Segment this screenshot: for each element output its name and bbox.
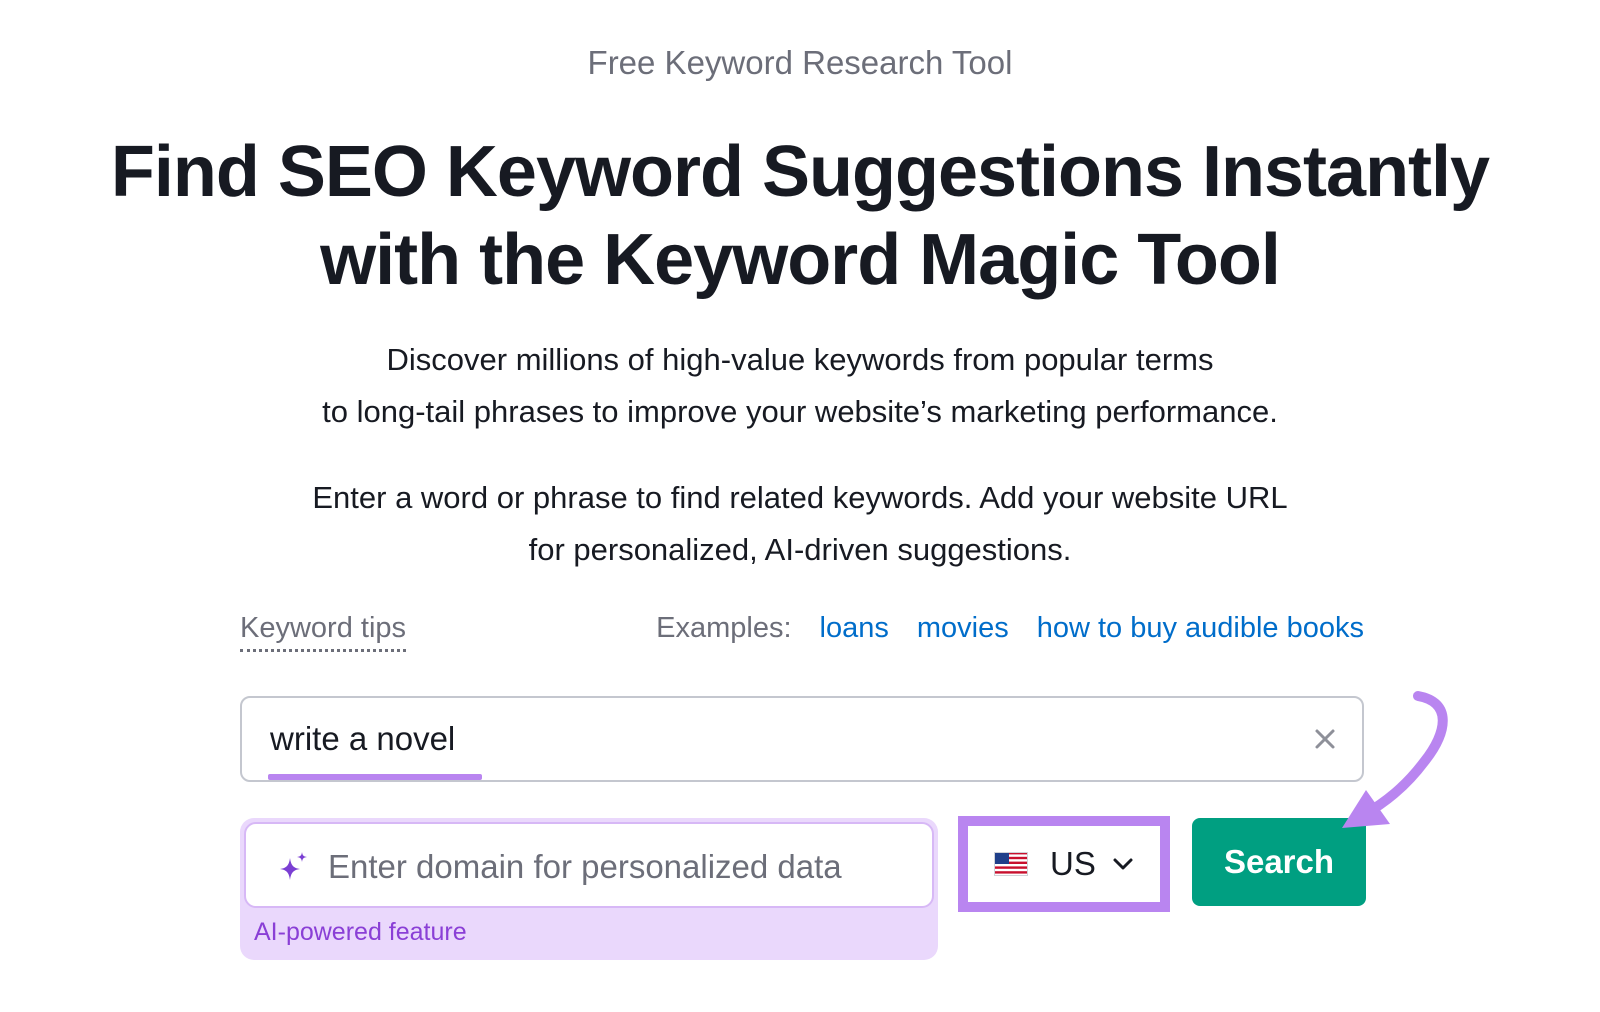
instructions-line-2: for personalized, AI-driven suggestions. [528,532,1072,567]
intro-line-2: to long-tail phrases to improve your web… [322,394,1278,429]
instructions-text: Enter a word or phrase to find related k… [0,472,1600,576]
intro-text: Discover millions of high-value keywords… [0,334,1600,438]
keyword-highlight-underline [268,774,482,780]
intro-line-1: Discover millions of high-value keywords… [386,342,1214,377]
example-link-loans[interactable]: loans [820,612,889,645]
us-flag-icon [994,852,1028,876]
examples-label: Examples: [656,612,792,644]
ai-feature-badge: AI-powered feature [254,918,467,946]
country-select[interactable]: US [958,816,1170,912]
example-link-movies[interactable]: movies [917,612,1009,645]
page-title-line-1: Find SEO Keyword Suggestions Instantly [110,132,1490,212]
keyword-tips-link[interactable]: Keyword tips [240,612,407,652]
country-code: US [1050,845,1096,882]
example-link-audible[interactable]: how to buy audible books [1037,612,1364,645]
eyebrow-title: Free Keyword Research Tool [587,44,1013,81]
chevron-down-icon [1113,858,1133,870]
ai-domain-box: AI-powered feature [240,818,938,960]
close-icon[interactable] [1310,724,1340,754]
page-title-line-2: with the Keyword Magic Tool [320,220,1281,300]
page-title: Find SEO Keyword Suggestions Instantly w… [0,128,1600,304]
instructions-line-1: Enter a word or phrase to find related k… [312,480,1288,515]
keyword-input[interactable] [270,714,1270,764]
examples-list: Examples: loans movies how to buy audibl… [656,612,1364,645]
sparkle-icon [280,852,307,880]
keyword-input-container [240,696,1364,782]
domain-input[interactable] [328,842,918,892]
search-button[interactable]: Search [1192,818,1366,906]
tips-row: Keyword tips Examples: loans movies how … [240,612,1364,662]
domain-field [244,822,934,908]
